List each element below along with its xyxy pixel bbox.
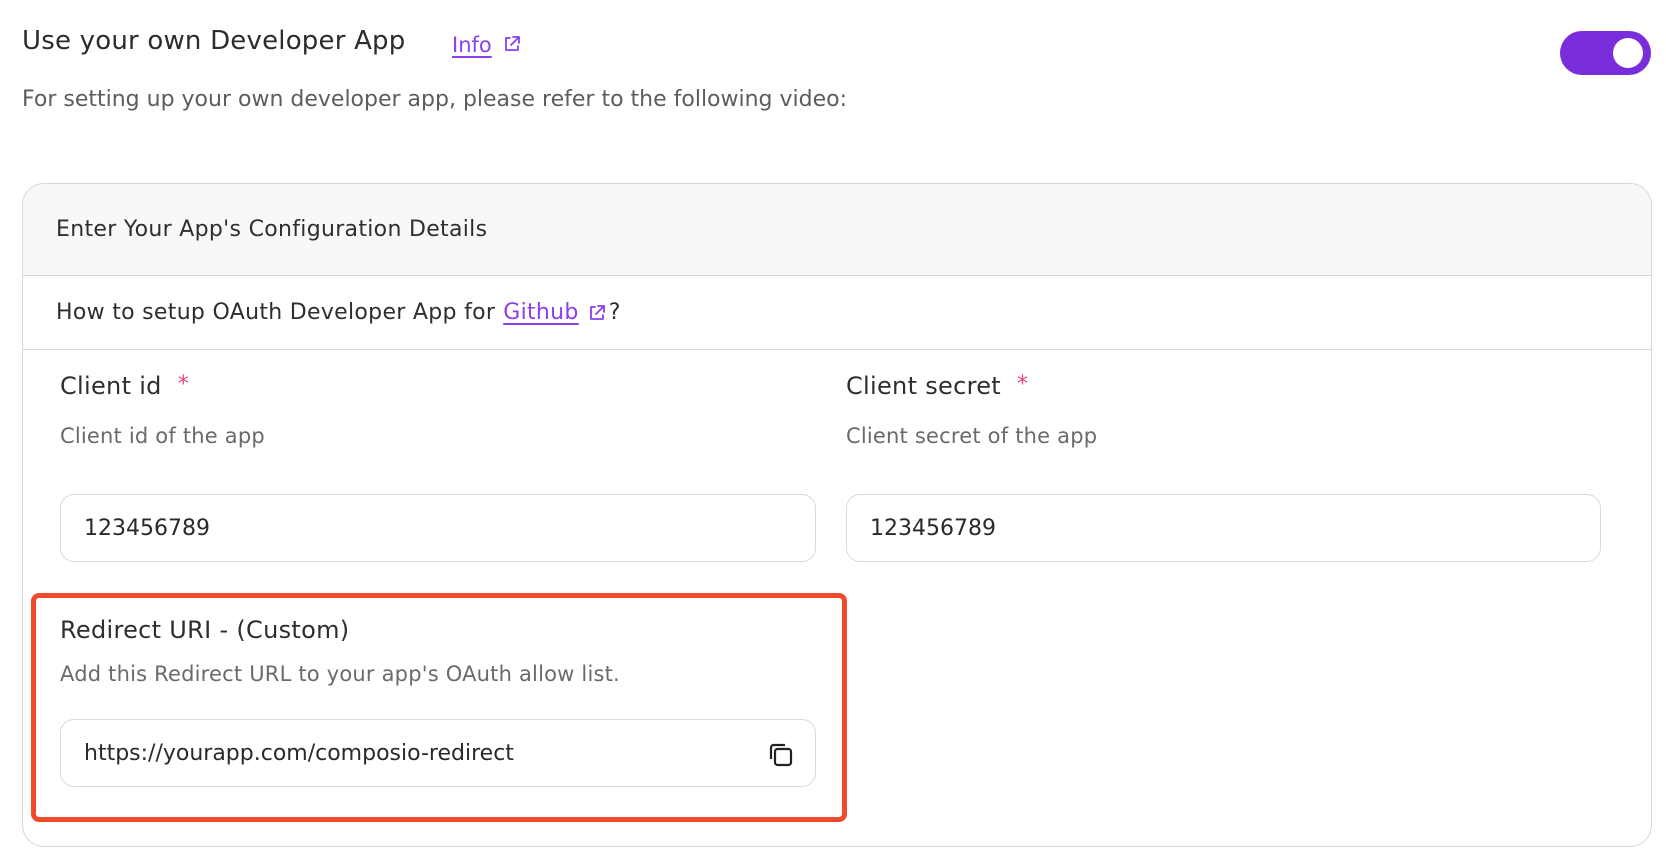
client-id-label-text: Client id [60, 372, 162, 400]
oauth-help-text: How to setup OAuth Developer App for [56, 300, 496, 325]
client-secret-description: Client secret of the app [846, 424, 1098, 448]
section-subtitle: For setting up your own developer app, p… [22, 87, 848, 112]
developer-app-toggle[interactable] [1560, 31, 1651, 75]
client-id-label: Client id * [60, 372, 189, 400]
info-link[interactable]: Info [452, 33, 492, 57]
config-card-title: Enter Your App's Configuration Details [56, 217, 488, 242]
github-link[interactable]: Github [503, 300, 578, 325]
oauth-setup-help: How to setup OAuth Developer App for Git… [23, 276, 1651, 350]
client-secret-label-text: Client secret [846, 372, 1001, 400]
external-link-icon[interactable] [587, 300, 607, 325]
client-secret-input[interactable] [846, 494, 1601, 562]
client-id-description: Client id of the app [60, 424, 265, 448]
config-card-header: Enter Your App's Configuration Details [23, 184, 1651, 276]
redirect-uri-highlight [31, 593, 847, 822]
external-link-icon[interactable] [502, 34, 522, 58]
required-mark: * [177, 372, 190, 397]
toggle-knob [1613, 38, 1643, 68]
oauth-help-suffix: ? [608, 300, 621, 325]
client-id-input[interactable] [60, 494, 816, 562]
required-mark: * [1017, 372, 1029, 397]
client-secret-label: Client secret * [846, 372, 1028, 400]
section-title: Use your own Developer App [22, 26, 406, 56]
